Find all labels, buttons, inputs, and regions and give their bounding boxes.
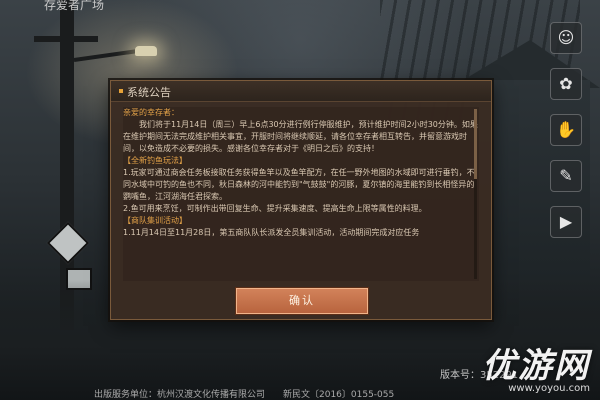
announcement-content[interactable]: 亲爱的幸存者： 我们将于11月14日（周三）早上6点30分进行例行停服维护，预计… [123,107,479,281]
top-left-label: 存爱者广场 [44,0,105,12]
fishing-item-2: 2.鱼可用来烹饪，可制作出带回复生命、提升采集速度、提高生命上限等属性的料理。 [123,204,427,213]
greeting-text: 亲爱的幸存者： [123,108,179,117]
side-icon-bar: ☺ ✿ ✋ ✎ ▶ [550,22,584,252]
rabbit-icon[interactable]: ✿ [550,68,582,100]
hand-icon[interactable]: ✋ [550,114,582,146]
fishing-item-1: 1.玩家可通过商会任务板接取任务获得鱼竿以及鱼竿配方，在任一野外地图的水域即可进… [123,168,475,201]
site-watermark: 优游网 www.yoyou.com [482,338,590,394]
scrollbar-thumb[interactable] [474,109,477,179]
intro-text: 我们将于11月14日（周三）早上6点30分进行例行停服维护，预计维护时间2小时3… [123,120,478,153]
dialog-title: 系统公告 [127,86,171,99]
road-sign [46,221,90,265]
caravan-item-1: 1.11月14日至11月28日，第五商队队长派发全员集训活动，活动期间完成对应任… [123,228,420,237]
dialog-header: 系统公告 [111,81,491,102]
content-scrollbar[interactable] [474,109,477,279]
play-icon[interactable]: ▶ [550,206,582,238]
notes-icon[interactable]: ✎ [550,160,582,192]
section-title-fishing: 【全新钓鱼玩法】 [123,156,187,165]
section-title-caravan: 【商队集训活动】 [123,216,187,225]
publisher-info: 出版服务单位：杭州汉渡文化传播有限公司 新民文〔2016〕0155-055 [94,390,395,400]
title-bullet-icon [119,89,123,93]
person-icon[interactable]: ☺ [550,22,582,54]
watermark-main: 优游网 [482,346,590,386]
street-lamp [135,46,157,56]
system-announcement-dialog: 系统公告 亲爱的幸存者： 我们将于11月14日（周三）早上6点30分进行例行停服… [110,80,492,320]
street-lamp-arm [73,48,144,62]
confirm-button[interactable]: 确认 [236,288,368,314]
utility-pole-crossbar [34,36,98,42]
